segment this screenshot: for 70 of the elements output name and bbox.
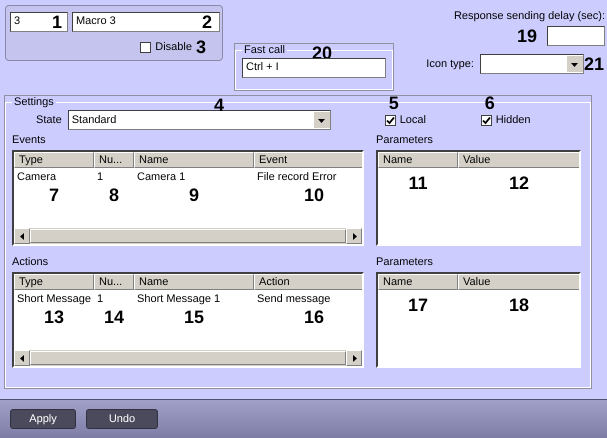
option-checkbox[interactable] (480, 114, 492, 126)
callout-number: 7 (48, 186, 59, 204)
disable-label: Disable (155, 41, 192, 53)
callout-number: 11 (408, 174, 428, 192)
list-title: Parameters (376, 134, 434, 146)
list-cell-text: Camera 1 (136, 170, 186, 185)
action-button[interactable]: Apply (10, 409, 76, 429)
column-header[interactable]: Name (134, 152, 254, 168)
list-cell-text: Short Message 1 (136, 292, 222, 307)
callout-number: 12 (508, 174, 530, 192)
column-header[interactable]: Name (378, 152, 458, 168)
action-button[interactable]: Undo (86, 409, 158, 429)
callout-number: 17 (408, 296, 428, 314)
column-header[interactable]: Nu... (94, 152, 134, 168)
checkmark-icon (386, 116, 395, 124)
left-arrow-icon (18, 232, 26, 240)
callout-number: 13 (44, 308, 64, 326)
left-arrow-icon (18, 354, 26, 362)
fast-call-field[interactable]: Ctrl + I (242, 58, 386, 78)
callout-number: 9 (188, 186, 199, 204)
option-label: Local (400, 114, 426, 126)
callout-number: 19 (516, 27, 537, 45)
callout-number: 21 (584, 55, 605, 73)
column-header[interactable]: Value (458, 274, 579, 290)
horizontal-scrollbar[interactable] (14, 228, 362, 244)
callout-number: 8 (108, 186, 119, 204)
icon-type-label: Icon type: (426, 58, 474, 70)
column-header[interactable]: Value (458, 152, 579, 168)
option-checkbox[interactable] (384, 114, 396, 126)
column-header[interactable]: Action (254, 274, 362, 290)
column-header[interactable]: Event (254, 152, 362, 168)
column-header[interactable]: Nu... (94, 274, 134, 290)
caret-icon (318, 116, 326, 124)
list-cell-text: File record Error (256, 170, 338, 185)
right-arrow-icon (350, 354, 358, 362)
list-title: Events (12, 134, 47, 146)
state-label: State (36, 114, 62, 126)
state-dropdown[interactable]: Standard (68, 110, 331, 130)
list-cell-text: Short Message (16, 292, 92, 307)
list-cell-text: 1 (96, 170, 104, 185)
caret-icon (571, 60, 578, 68)
list-title: Actions (12, 256, 50, 268)
column-header[interactable]: Name (378, 274, 458, 290)
list-cell-text: 1 (96, 292, 104, 307)
callout-number: 6 (484, 94, 495, 112)
callout-number: 14 (104, 308, 124, 326)
column-header[interactable]: Type (14, 152, 94, 168)
disable-checkbox[interactable] (140, 42, 152, 52)
response-delay-label: Response sending delay (sec): (454, 10, 605, 22)
right-arrow-icon (350, 232, 358, 240)
list-cell-text: Camera (16, 170, 58, 185)
icon-type-dropdown[interactable] (480, 54, 584, 74)
horizontal-scrollbar[interactable] (14, 350, 362, 366)
callout-number: 1 (52, 13, 62, 31)
settings-label: Settings (13, 96, 55, 108)
callout-number: 3 (196, 38, 206, 56)
option-label: Hidden (496, 114, 531, 126)
callout-number: 16 (304, 308, 324, 326)
callout-number: 5 (388, 94, 399, 112)
callout-number: 10 (304, 186, 324, 204)
callout-number: 15 (184, 308, 204, 326)
list-cell-text: Send message (256, 292, 332, 307)
list-title: Parameters (376, 256, 434, 268)
fast-call-label: Fast call (243, 44, 286, 56)
checkmark-icon (482, 116, 491, 124)
callout-number: 2 (202, 13, 212, 31)
callout-number: 18 (508, 296, 530, 314)
column-header[interactable]: Type (14, 274, 94, 290)
column-header[interactable]: Name (134, 274, 254, 290)
response-delay-field[interactable] (547, 26, 605, 46)
